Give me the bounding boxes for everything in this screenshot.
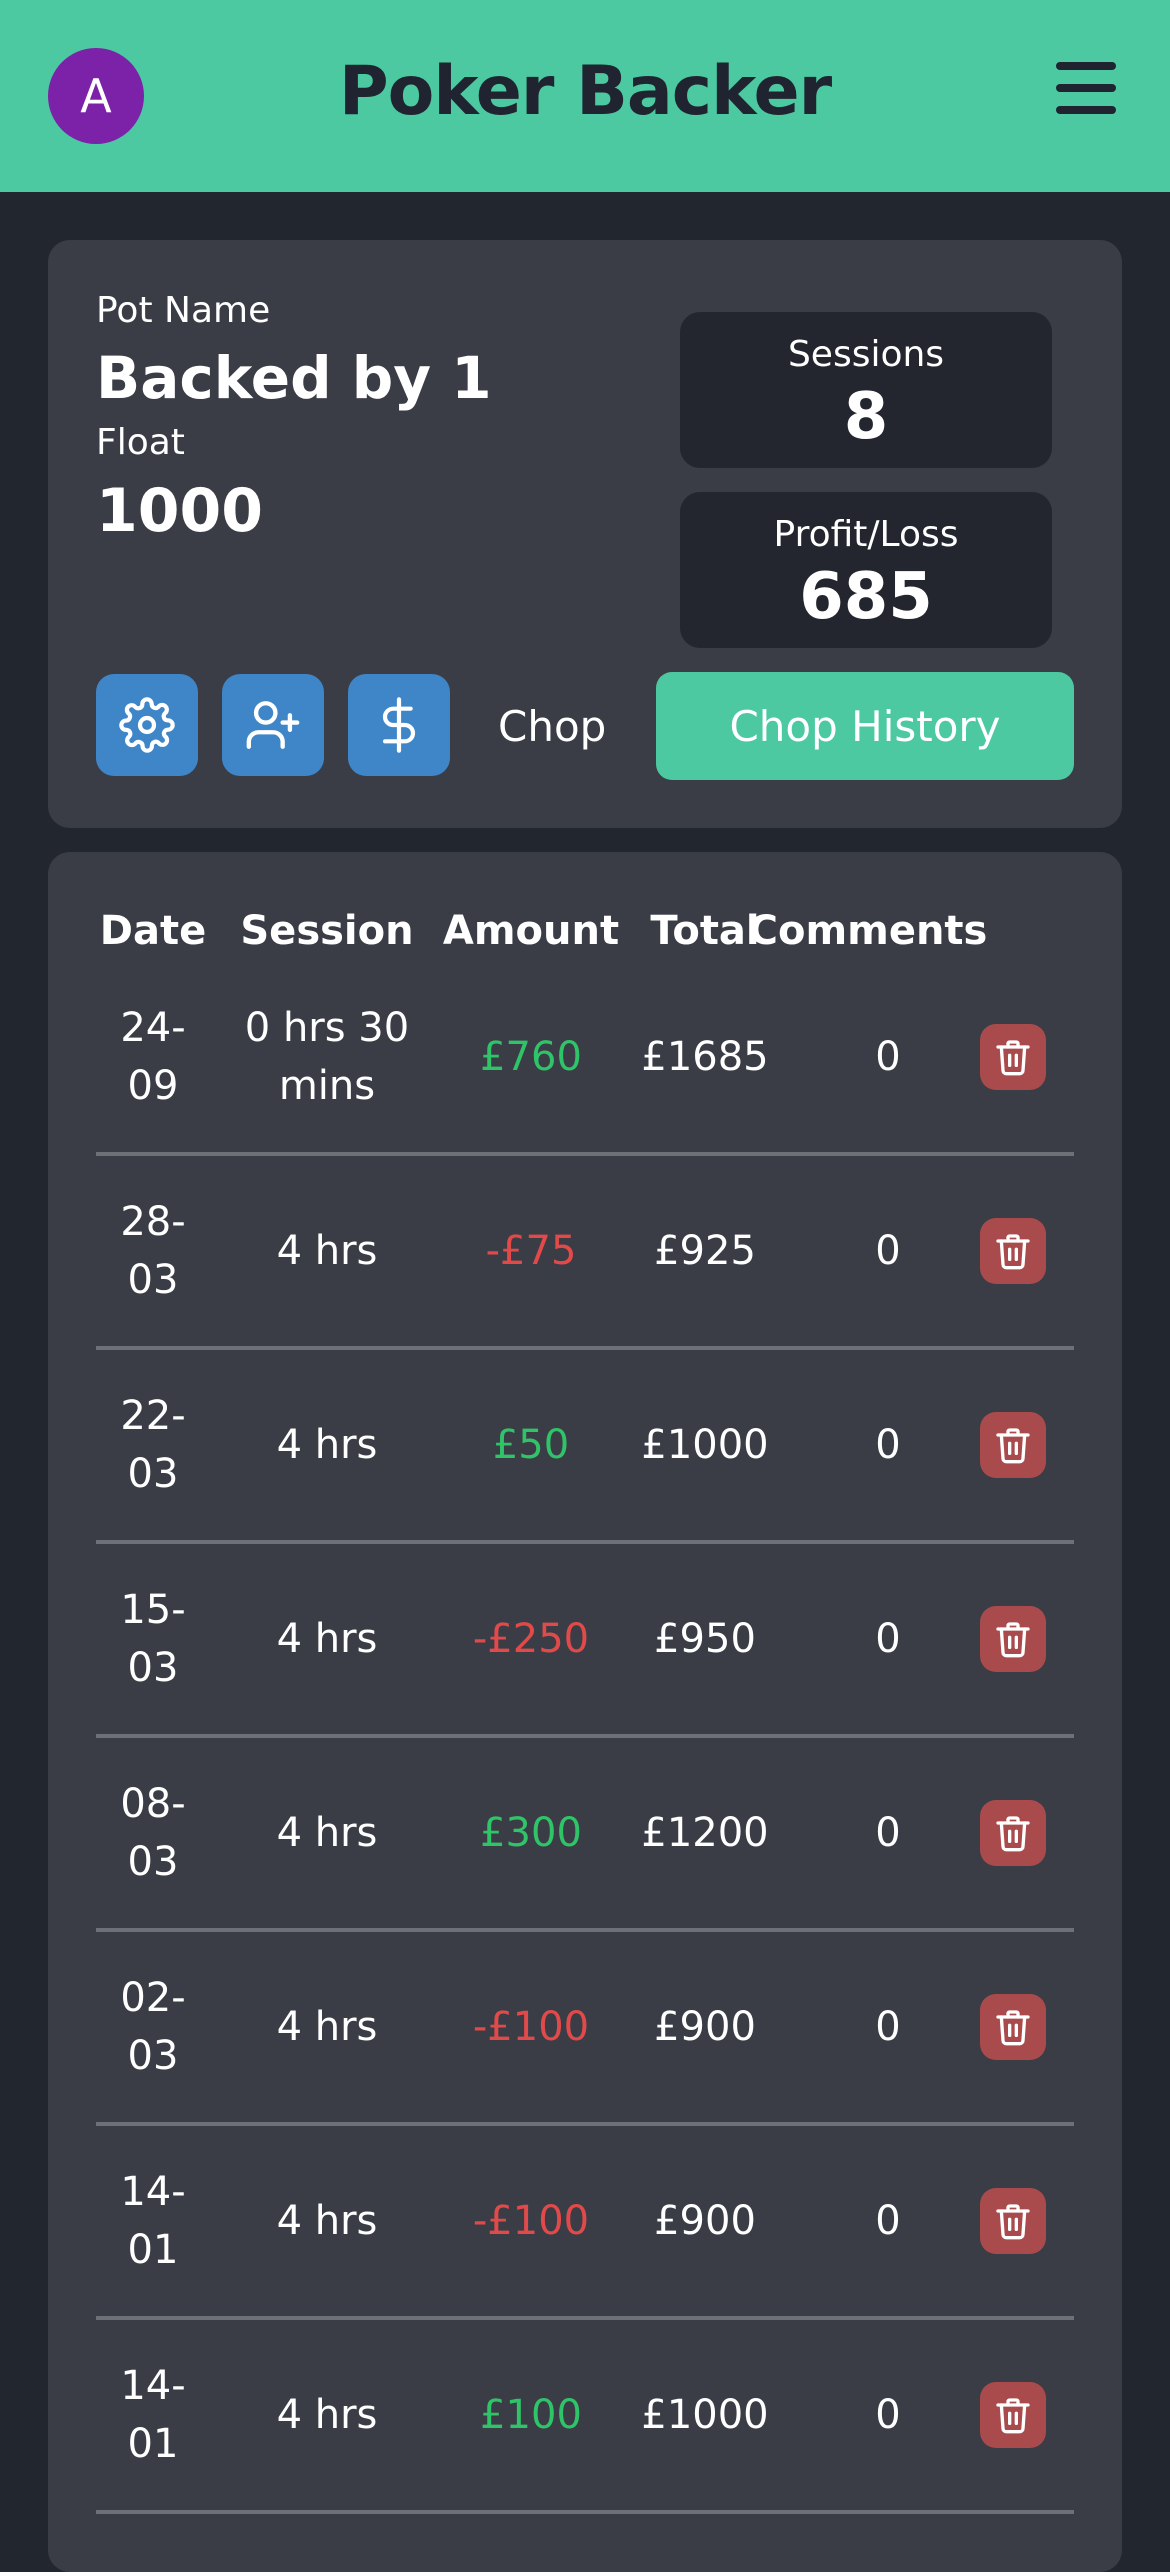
row-session: 0 hrs 30 mins xyxy=(244,1005,410,1109)
row-session: 4 hrs xyxy=(276,2004,378,2050)
row-amount: -£250 xyxy=(472,1616,590,1662)
pot-name: Backed by 1 xyxy=(96,344,492,412)
row-total: £1000 xyxy=(641,2392,769,2438)
row-session: 4 hrs xyxy=(276,2198,378,2244)
row-comments: 0 xyxy=(875,1228,901,1274)
header-date: Date xyxy=(99,908,207,954)
trash-icon xyxy=(996,1816,1030,1852)
row-comments: 0 xyxy=(875,2392,901,2438)
delete-button[interactable] xyxy=(980,1606,1046,1672)
row-divider xyxy=(96,2510,1074,2514)
sessions-value: 8 xyxy=(843,380,889,454)
pot-name-label: Pot Name xyxy=(96,290,271,331)
row-total: £1200 xyxy=(641,1810,769,1856)
delete-button[interactable] xyxy=(980,2188,1046,2254)
table-row: 22- 03 4 hrs £50 £1000 0 xyxy=(96,1350,1074,1544)
row-amount: £50 xyxy=(492,1422,570,1468)
row-comments: 0 xyxy=(875,1034,901,1080)
row-date: 14- 01 xyxy=(120,2363,186,2467)
dollar-button[interactable] xyxy=(348,674,450,776)
row-amount: £300 xyxy=(480,1810,582,1856)
table-row: 14- 01 4 hrs £100 £1000 0 xyxy=(96,2320,1074,2514)
trash-icon xyxy=(996,2010,1030,2046)
trash-icon xyxy=(996,2398,1030,2434)
table-row: 24- 09 0 hrs 30 mins £760 £1685 0 xyxy=(96,962,1074,1156)
row-total: £1685 xyxy=(641,1034,769,1080)
row-total: £900 xyxy=(654,2004,756,2050)
hamburger-menu-icon[interactable] xyxy=(1056,62,1116,114)
row-session: 4 hrs xyxy=(276,1616,378,1662)
header-comments: Comments xyxy=(748,908,988,954)
row-date: 14- 01 xyxy=(120,2169,186,2273)
trash-icon xyxy=(996,2204,1030,2240)
delete-button[interactable] xyxy=(980,1218,1046,1284)
row-date: 08- 03 xyxy=(120,1781,186,1885)
dollar-icon xyxy=(382,697,416,753)
delete-button[interactable] xyxy=(980,2382,1046,2448)
chop-history-button[interactable]: Chop History xyxy=(656,672,1074,780)
table-row: 28- 03 4 hrs -£75 £925 0 xyxy=(96,1156,1074,1350)
row-total: £925 xyxy=(654,1228,756,1274)
sessions-table-card: Date Session Amount Total Comments 24- 0… xyxy=(48,852,1122,2572)
row-date: 02- 03 xyxy=(120,1975,186,2079)
float-label: Float xyxy=(96,422,185,463)
table-row: 14- 01 4 hrs -£100 £900 0 xyxy=(96,2126,1074,2320)
row-comments: 0 xyxy=(875,2004,901,2050)
header-amount: Amount xyxy=(442,908,620,954)
table-row: 08- 03 4 hrs £300 £1200 0 xyxy=(96,1738,1074,1932)
profit-loss-stat: Profit/Loss 685 xyxy=(680,492,1052,648)
header-session: Session xyxy=(240,908,414,954)
app-header: A Poker Backer xyxy=(0,0,1170,192)
row-amount: -£100 xyxy=(472,2198,590,2244)
row-total: £950 xyxy=(654,1616,756,1662)
row-comments: 0 xyxy=(875,2198,901,2244)
delete-button[interactable] xyxy=(980,1800,1046,1866)
row-total: £1000 xyxy=(641,1422,769,1468)
delete-button[interactable] xyxy=(980,1412,1046,1478)
row-session: 4 hrs xyxy=(276,2392,378,2438)
pot-summary-card: Pot Name Backed by 1 Float 1000 Sessions… xyxy=(48,240,1122,828)
settings-button[interactable] xyxy=(96,674,198,776)
trash-icon xyxy=(996,1040,1030,1076)
row-comments: 0 xyxy=(875,1616,901,1662)
row-session: 4 hrs xyxy=(276,1422,378,1468)
table-row: 15- 03 4 hrs -£250 £950 0 xyxy=(96,1544,1074,1738)
add-user-button[interactable] xyxy=(222,674,324,776)
row-amount: -£75 xyxy=(485,1228,577,1274)
row-total: £900 xyxy=(654,2198,756,2244)
profit-loss-label: Profit/Loss xyxy=(773,514,959,555)
delete-button[interactable] xyxy=(980,1994,1046,2060)
gear-icon xyxy=(119,697,175,753)
delete-button[interactable] xyxy=(980,1024,1046,1090)
row-date: 15- 03 xyxy=(120,1587,186,1691)
trash-icon xyxy=(996,1622,1030,1658)
row-comments: 0 xyxy=(875,1810,901,1856)
row-amount: -£100 xyxy=(472,2004,590,2050)
row-session: 4 hrs xyxy=(276,1228,378,1274)
row-amount: £100 xyxy=(480,2392,582,2438)
row-amount: £760 xyxy=(480,1034,582,1080)
row-comments: 0 xyxy=(875,1422,901,1468)
app-title: Poker Backer xyxy=(338,52,832,131)
row-date: 28- 03 xyxy=(120,1199,186,1303)
sessions-stat: Sessions 8 xyxy=(680,312,1052,468)
profit-loss-value: 685 xyxy=(799,560,933,634)
row-date: 22- 03 xyxy=(120,1393,186,1497)
sessions-label: Sessions xyxy=(787,334,945,375)
chop-button[interactable]: Chop xyxy=(498,702,606,751)
table-row: 02- 03 4 hrs -£100 £900 0 xyxy=(96,1932,1074,2126)
trash-icon xyxy=(996,1234,1030,1270)
trash-icon xyxy=(996,1428,1030,1464)
row-session: 4 hrs xyxy=(276,1810,378,1856)
float-value: 1000 xyxy=(96,476,263,546)
user-plus-icon xyxy=(246,701,300,749)
row-date: 24- 09 xyxy=(120,1005,186,1109)
